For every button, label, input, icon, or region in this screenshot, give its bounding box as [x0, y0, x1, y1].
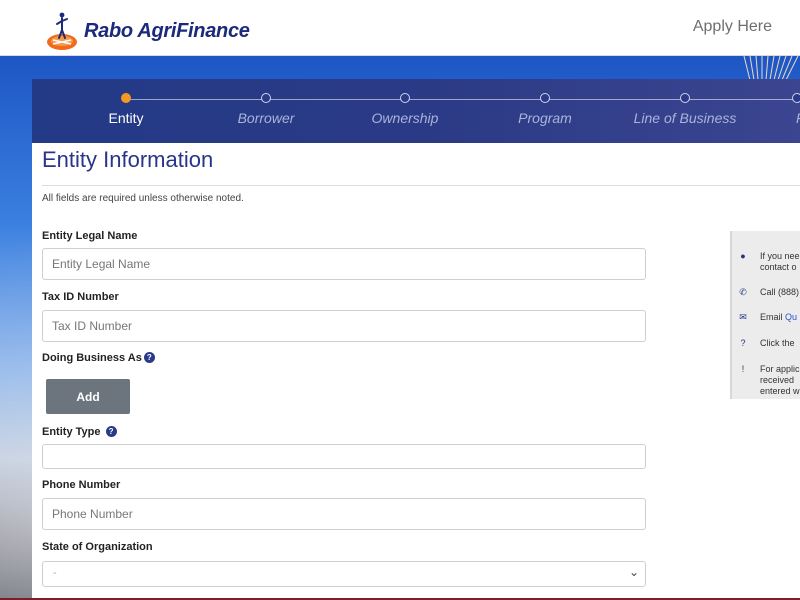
step-label: Entity — [108, 110, 144, 126]
doing-business-as-text: Doing Business As — [42, 352, 142, 364]
state-selected-value: - — [53, 567, 57, 579]
phone-icon: ✆ — [739, 287, 747, 297]
step-dot-icon — [792, 93, 800, 103]
step-ownership[interactable]: Ownership — [335, 93, 475, 126]
help-info-panel: ● If you nee contact o ✆ Call (888) ✉ Ema… — [730, 231, 800, 399]
rabobank-logo-icon — [47, 12, 77, 50]
step-dot-icon — [400, 93, 410, 103]
step-next-partial[interactable]: F — [732, 93, 800, 126]
entity-type-input[interactable] — [42, 444, 646, 469]
step-dot-icon — [121, 93, 131, 103]
step-label: Borrower — [237, 110, 295, 126]
step-dot-icon — [680, 93, 690, 103]
tax-id-label: Tax ID Number — [42, 291, 119, 303]
help-icon[interactable]: ? — [143, 352, 155, 363]
help-applications-text: For applic received entered w — [760, 364, 800, 396]
entity-legal-name-input[interactable] — [42, 248, 646, 280]
doing-business-as-label: Doing Business As? — [42, 352, 155, 364]
step-program[interactable]: Program — [475, 93, 615, 126]
step-borrower[interactable]: Borrower — [196, 93, 336, 126]
page-title: Entity Information — [42, 147, 214, 172]
step-dot-icon — [540, 93, 550, 103]
apply-here-link[interactable]: Apply Here — [693, 18, 772, 36]
state-of-organization-select[interactable]: - ⌄ — [42, 561, 646, 587]
help-call-text: Call (888) — [760, 287, 800, 297]
step-dot-icon — [261, 93, 271, 103]
application-card: Entity Borrower Ownership Program Line o… — [32, 79, 800, 598]
step-entity[interactable]: Entity — [56, 93, 196, 126]
step-label: Program — [518, 110, 572, 126]
entity-type-label: Entity Type ? — [42, 426, 117, 438]
required-note: All fields are required unless otherwise… — [42, 193, 244, 204]
help-click-text: Click the — [760, 338, 795, 348]
entity-type-text: Entity Type — [42, 426, 101, 438]
chevron-down-icon: ⌄ — [628, 565, 639, 579]
brand-logo[interactable]: Rabo AgriFinance — [44, 10, 250, 52]
progress-stepper: Entity Borrower Ownership Program Line o… — [32, 79, 800, 143]
user-icon: ● — [740, 251, 746, 261]
info-icon: ! — [741, 364, 745, 374]
entity-legal-name-label: Entity Legal Name — [42, 230, 138, 242]
email-link[interactable]: Qu — [785, 312, 797, 322]
question-icon: ? — [740, 338, 746, 348]
phone-number-label: Phone Number — [42, 479, 121, 491]
brand-name: Rabo AgriFinance — [84, 19, 250, 42]
help-contact-text: If you nee contact o — [760, 251, 800, 272]
add-dba-button[interactable]: Add — [46, 379, 130, 414]
tax-id-input[interactable] — [42, 310, 646, 342]
phone-number-input[interactable] — [42, 498, 646, 530]
help-icon[interactable]: ? — [105, 426, 117, 437]
title-divider — [42, 185, 800, 186]
state-of-organization-label: State of Organization — [42, 541, 153, 553]
top-navbar: Rabo AgriFinance Apply Here — [0, 0, 800, 56]
step-label: Ownership — [371, 110, 439, 126]
envelope-icon: ✉ — [739, 312, 747, 322]
help-email-text: Email Qu — [760, 312, 798, 322]
step-label-partial: F — [796, 110, 800, 126]
